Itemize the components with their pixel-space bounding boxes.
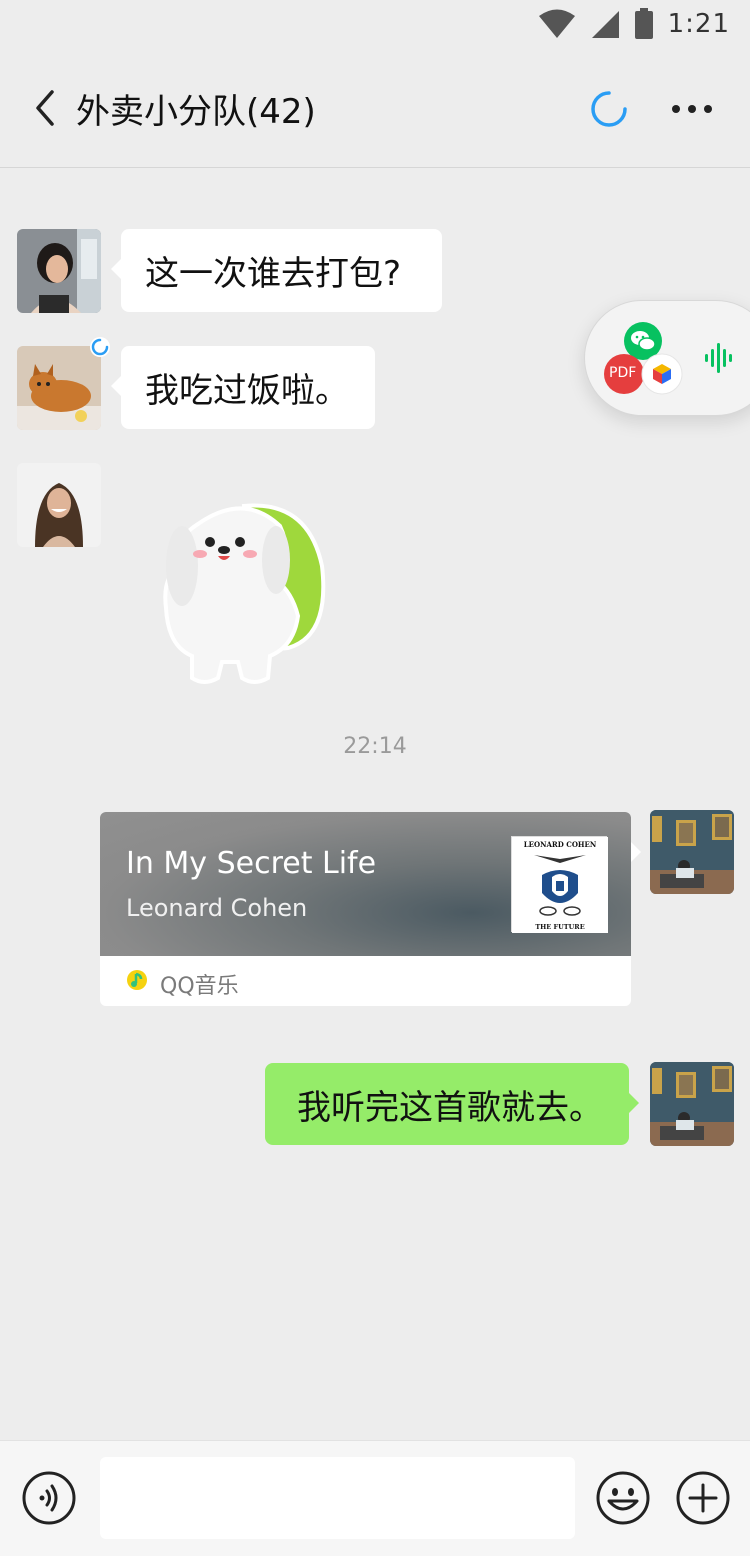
music-card-footer: QQ音乐 bbox=[100, 956, 631, 1006]
status-icons: 1:21 bbox=[538, 8, 730, 40]
input-bar bbox=[0, 1440, 750, 1556]
wifi-icon bbox=[538, 9, 575, 38]
plus-icon[interactable] bbox=[676, 1471, 730, 1525]
cat-avatar[interactable] bbox=[17, 346, 101, 430]
message-text: 我听完这首歌就去。 bbox=[297, 1087, 603, 1128]
battery-icon bbox=[634, 8, 653, 39]
own-message-bubble[interactable]: 我听完这首歌就去。 bbox=[265, 1063, 639, 1145]
woman-avatar[interactable] bbox=[17, 229, 101, 313]
album-art: LEONARD COHEN THE FUTURE bbox=[511, 836, 608, 933]
white-green-dog-sticker[interactable] bbox=[158, 496, 330, 688]
message-bubble[interactable]: 我吃过饭啦。 bbox=[111, 346, 375, 429]
music-card[interactable]: In My Secret Life Leonard Cohen LEONARD … bbox=[100, 812, 631, 1006]
pdf-label: PDF bbox=[609, 365, 637, 381]
music-artist: Leonard Cohen bbox=[126, 894, 308, 922]
message-text: 这一次谁去打包? bbox=[145, 254, 402, 294]
qq-music-icon bbox=[127, 970, 147, 990]
music-source: QQ音乐 bbox=[160, 974, 239, 999]
album-text-top: LEONARD COHEN bbox=[524, 840, 597, 849]
own-avatar[interactable] bbox=[650, 810, 734, 894]
back-arrow-icon[interactable] bbox=[30, 88, 60, 128]
status-ring-icon bbox=[90, 337, 110, 357]
signal-icon bbox=[591, 11, 619, 38]
chat-title: 外卖小分队(42) bbox=[76, 92, 316, 132]
chat-header: 外卖小分队(42) bbox=[0, 50, 750, 168]
more-icon[interactable] bbox=[670, 90, 714, 128]
status-time: 1:21 bbox=[667, 9, 730, 39]
album-text-bottom: THE FUTURE bbox=[535, 923, 584, 931]
voice-icon[interactable] bbox=[22, 1471, 76, 1525]
music-card-tail bbox=[631, 842, 641, 862]
status-bar: 1:21 bbox=[0, 0, 750, 50]
music-title: In My Secret Life bbox=[126, 846, 377, 881]
smiling-woman-avatar[interactable] bbox=[17, 463, 101, 547]
audio-wave-icon[interactable] bbox=[703, 341, 737, 375]
floating-widget[interactable]: PDF bbox=[584, 300, 750, 416]
message-timestamp: 22:14 bbox=[343, 734, 407, 759]
music-card-header: In My Secret Life Leonard Cohen LEONARD … bbox=[100, 812, 631, 956]
box-icon[interactable] bbox=[641, 353, 683, 395]
refresh-icon[interactable] bbox=[590, 90, 628, 128]
message-text: 我吃过饭啦。 bbox=[145, 371, 349, 411]
own-avatar[interactable] bbox=[650, 1062, 734, 1146]
emoji-icon[interactable] bbox=[596, 1471, 650, 1525]
message-bubble[interactable]: 这一次谁去打包? bbox=[111, 229, 442, 312]
message-input[interactable] bbox=[100, 1457, 575, 1539]
